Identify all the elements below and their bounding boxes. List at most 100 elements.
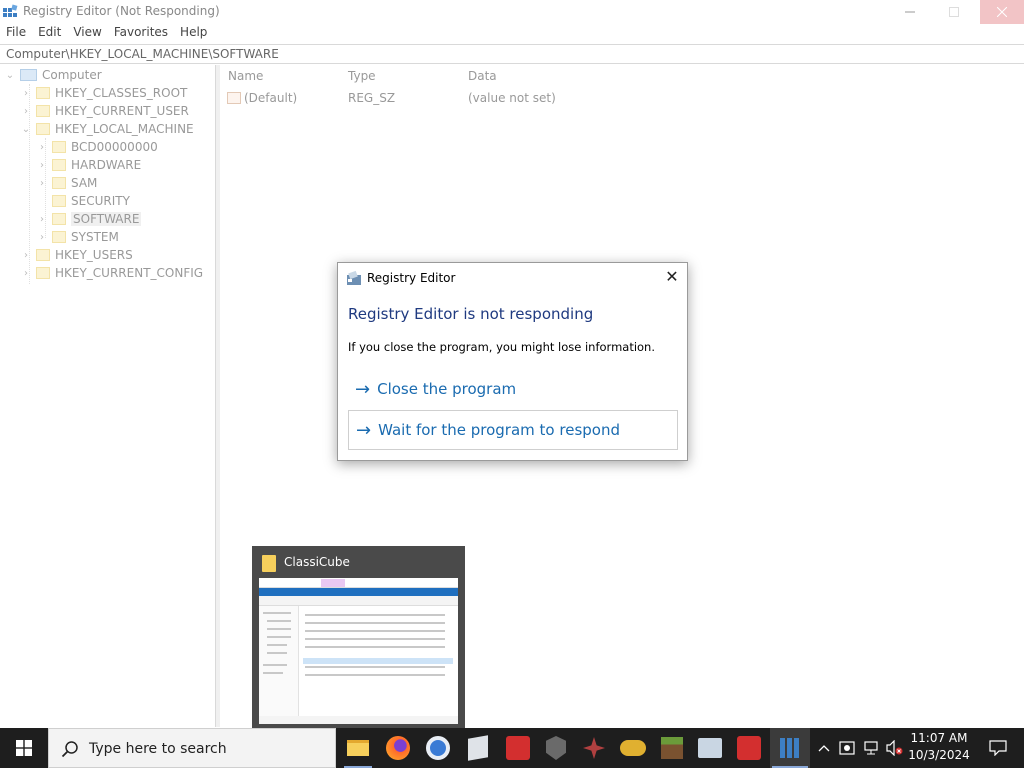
registry-editor-icon bbox=[347, 270, 361, 285]
taskbar: Type here to search 11:07 AM 10/3/2024 bbox=[0, 728, 1024, 768]
column-header-type[interactable]: Type bbox=[348, 69, 376, 83]
dialog-close-button[interactable]: ✕ bbox=[660, 266, 684, 288]
title-bar: Registry Editor (Not Responding) bbox=[0, 0, 1024, 24]
show-hidden-icons-button[interactable] bbox=[814, 728, 834, 768]
chevron-right-icon[interactable]: › bbox=[36, 160, 48, 171]
menu-help[interactable]: Help bbox=[174, 24, 213, 43]
folder-icon bbox=[52, 177, 66, 189]
taskbar-app-world-of-tanks[interactable] bbox=[540, 732, 572, 764]
tree-item-sam[interactable]: › SAM bbox=[36, 174, 97, 192]
preview-line bbox=[305, 666, 445, 668]
address-bar[interactable]: Computer\HKEY_LOCAL_MACHINE\SOFTWARE bbox=[0, 44, 1024, 64]
chrome-icon bbox=[426, 736, 450, 760]
tree-item-hkey-users[interactable]: › HKEY_USERS bbox=[20, 246, 133, 264]
menu-edit[interactable]: Edit bbox=[32, 24, 67, 43]
taskbar-app-firefox[interactable] bbox=[382, 732, 414, 764]
chevron-right-icon[interactable]: › bbox=[36, 232, 48, 243]
chevron-down-icon[interactable]: ⌄ bbox=[20, 124, 32, 135]
preview-titlebar bbox=[259, 578, 458, 588]
folder-icon bbox=[36, 105, 50, 117]
taskbar-thumbnail[interactable]: ClassiCube bbox=[252, 546, 465, 728]
taskbar-app-chrome[interactable] bbox=[422, 732, 454, 764]
registry-editor-icon bbox=[780, 738, 800, 758]
value-name[interactable]: (Default) bbox=[244, 91, 297, 105]
pane-splitter[interactable] bbox=[216, 65, 220, 727]
preview-line bbox=[267, 620, 291, 622]
network-button[interactable] bbox=[860, 728, 882, 768]
preview-line bbox=[267, 644, 287, 646]
search-placeholder: Type here to search bbox=[89, 741, 227, 757]
tray-app-icon[interactable] bbox=[836, 728, 858, 768]
tree-item-computer[interactable]: ⌄ Computer bbox=[4, 66, 102, 84]
preview-tab-highlight bbox=[321, 579, 345, 587]
chevron-right-icon[interactable]: › bbox=[20, 88, 32, 99]
tree-item-hkey-classes-root[interactable]: › HKEY_CLASSES_ROOT bbox=[20, 84, 187, 102]
close-button[interactable] bbox=[980, 0, 1024, 24]
chevron-right-icon[interactable]: › bbox=[20, 250, 32, 261]
maximize-icon bbox=[949, 7, 959, 17]
column-header-name[interactable]: Name bbox=[228, 69, 263, 83]
taskbar-app-virtualbox[interactable] bbox=[462, 732, 494, 764]
start-button[interactable] bbox=[0, 728, 48, 768]
wait-for-program-button[interactable]: → Wait for the program to respond bbox=[348, 410, 678, 450]
volume-button[interactable] bbox=[884, 728, 906, 768]
menu-view[interactable]: View bbox=[67, 24, 107, 43]
folder-icon bbox=[52, 213, 66, 225]
world-of-tanks-icon bbox=[546, 736, 566, 760]
preview-selected-row bbox=[303, 658, 453, 664]
folder-icon bbox=[52, 141, 66, 153]
maximize-button[interactable] bbox=[932, 0, 976, 24]
tree-item-label: BCD00000000 bbox=[71, 140, 158, 154]
menu-favorites[interactable]: Favorites bbox=[108, 24, 174, 43]
chevron-right-icon[interactable]: › bbox=[36, 178, 48, 189]
preview-line bbox=[305, 622, 445, 624]
preview-line bbox=[305, 638, 445, 640]
taskbar-app-control-panel[interactable] bbox=[694, 732, 726, 764]
taskbar-app-file-explorer[interactable] bbox=[342, 732, 374, 764]
preview-line bbox=[267, 652, 287, 654]
column-header-data[interactable]: Data bbox=[468, 69, 497, 83]
dialog-title: Registry Editor bbox=[367, 271, 456, 285]
taskbar-app-ranger-game[interactable] bbox=[578, 732, 610, 764]
registry-editor-icon bbox=[3, 4, 18, 17]
preview-line bbox=[267, 636, 291, 638]
chevron-down-icon[interactable]: ⌄ bbox=[4, 70, 16, 81]
virtualbox-icon bbox=[468, 735, 488, 761]
file-explorer-icon bbox=[347, 740, 369, 756]
menu-bar: File Edit View Favorites Help bbox=[0, 24, 1024, 43]
minimize-button[interactable] bbox=[888, 0, 932, 24]
chevron-right-icon[interactable]: › bbox=[36, 142, 48, 153]
menu-file[interactable]: File bbox=[0, 24, 32, 43]
tree-item-software[interactable]: › SOFTWARE bbox=[36, 210, 142, 228]
tree-item-security[interactable]: › SECURITY bbox=[36, 192, 130, 210]
taskbar-app-kaspersky[interactable] bbox=[502, 732, 534, 764]
chevron-right-icon[interactable]: › bbox=[36, 214, 48, 225]
folder-icon bbox=[36, 267, 50, 279]
tree-item-system[interactable]: › SYSTEM bbox=[36, 228, 119, 246]
close-program-button[interactable]: → Close the program bbox=[348, 369, 678, 409]
value-type: REG_SZ bbox=[348, 91, 396, 105]
preview-address bbox=[259, 596, 458, 606]
kaspersky-icon bbox=[737, 736, 761, 760]
value-data: (value not set) bbox=[468, 91, 556, 105]
tree-item-hkey-local-machine[interactable]: ⌄ HKEY_LOCAL_MACHINE bbox=[20, 120, 194, 138]
taskbar-app-game-controller[interactable] bbox=[617, 732, 649, 764]
taskbar-app-registry-editor[interactable] bbox=[774, 732, 806, 764]
dialog-heading: Registry Editor is not responding bbox=[348, 305, 594, 323]
chevron-right-icon[interactable]: › bbox=[20, 268, 32, 279]
clock[interactable]: 11:07 AM 10/3/2024 bbox=[904, 730, 974, 764]
thumbnail-title: ClassiCube bbox=[284, 555, 350, 569]
action-center-button[interactable] bbox=[978, 728, 1018, 768]
tree-item-label: SOFTWARE bbox=[71, 212, 142, 226]
tree-item-hkey-current-config[interactable]: › HKEY_CURRENT_CONFIG bbox=[20, 264, 203, 282]
windows-icon bbox=[16, 740, 32, 756]
chevron-right-icon[interactable]: › bbox=[20, 106, 32, 117]
taskbar-search-box[interactable]: Type here to search bbox=[48, 728, 336, 768]
taskbar-app-minecraft[interactable] bbox=[656, 732, 688, 764]
tree-item-hkey-current-user[interactable]: › HKEY_CURRENT_USER bbox=[20, 102, 189, 120]
notification-icon bbox=[989, 740, 1007, 756]
folder-icon bbox=[52, 195, 66, 207]
tree-item-bcd00000000[interactable]: › BCD00000000 bbox=[36, 138, 158, 156]
tree-item-hardware[interactable]: › HARDWARE bbox=[36, 156, 141, 174]
taskbar-app-kaspersky-2[interactable] bbox=[733, 732, 765, 764]
